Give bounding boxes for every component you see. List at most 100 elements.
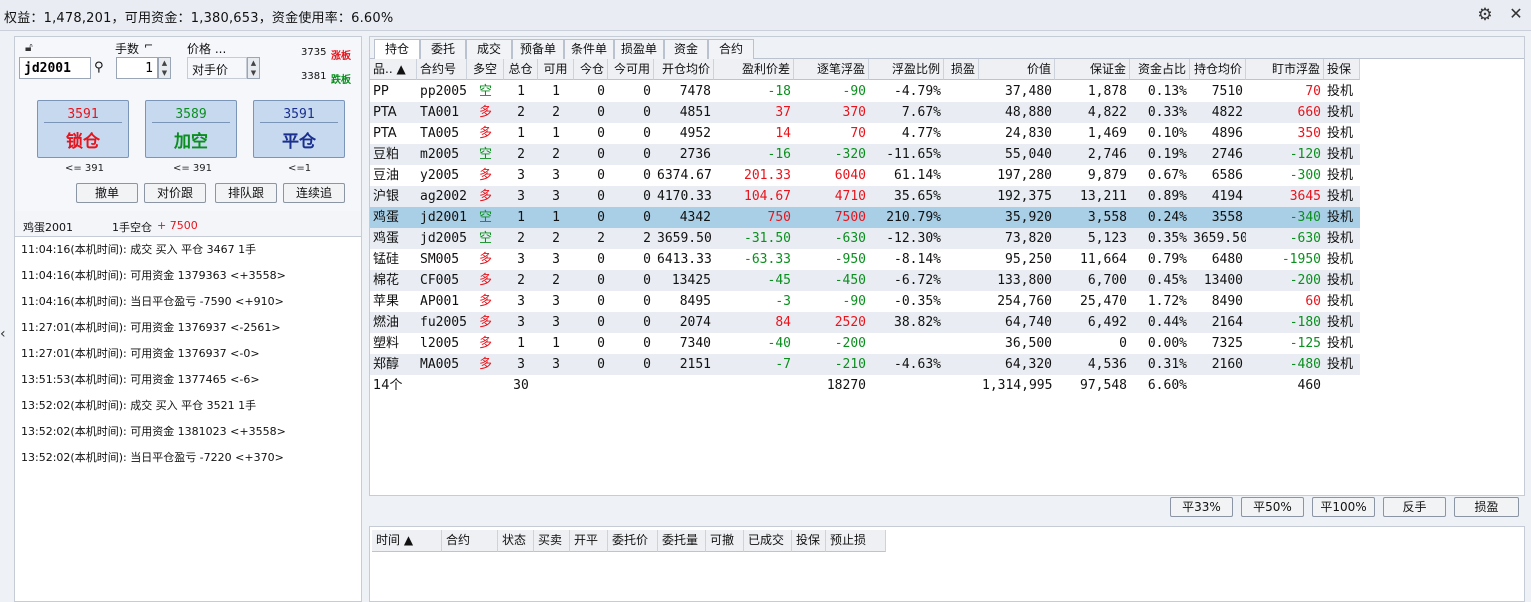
col-header-trade-pnl[interactable]: 逐笔浮盈 — [794, 59, 869, 80]
col-header-value[interactable]: 价值 — [979, 59, 1055, 80]
order-col-time[interactable]: 时间 ▲ — [372, 530, 442, 552]
queue-follow-button[interactable]: 排队跟 — [215, 183, 277, 203]
cell-pnl-ratio: 61.14% — [894, 168, 941, 183]
cell-hold-avg: 2746 — [1211, 147, 1243, 162]
cell-today-available: 0 — [643, 273, 651, 288]
order-col-filled[interactable]: 已成交 — [744, 530, 792, 552]
col-header-mark-pnl[interactable]: 盯市浮盈 — [1246, 59, 1324, 80]
cell-today-available: 0 — [643, 126, 651, 141]
col-header-today-available[interactable]: 今可用 — [608, 59, 654, 80]
col-header-today[interactable]: 今仓 — [574, 59, 608, 80]
counter-price-follow-button[interactable]: 对价跟 — [144, 183, 206, 203]
col-header-direction[interactable]: 多空 — [467, 59, 504, 80]
col-header-total[interactable]: 总仓 — [504, 59, 538, 80]
tab-conditional-orders[interactable]: 条件单 — [564, 39, 614, 59]
cell-today: 0 — [597, 126, 605, 141]
order-col-order-qty[interactable]: 委托量 — [658, 530, 706, 552]
col-header-stop-profit[interactable]: 损盈 — [944, 59, 979, 80]
col-header-fund-ratio[interactable]: 资金占比 — [1130, 59, 1190, 80]
stop-profit-loss-button[interactable]: 损盈 — [1454, 497, 1519, 517]
col-header-hold-avg[interactable]: 持仓均价 — [1190, 59, 1246, 80]
continuous-chase-button[interactable]: 连续追 — [283, 183, 345, 203]
cell-contract: jd2001 — [420, 210, 467, 225]
close-50-button[interactable]: 平50% — [1241, 497, 1304, 517]
tab-prepared-orders[interactable]: 预备单 — [512, 39, 564, 59]
cell-margin: 4,536 — [1087, 357, 1127, 372]
lock-icon[interactable]: 🔓︎ — [25, 40, 33, 55]
cell-product: 郑醇 — [373, 357, 400, 372]
close-33-button[interactable]: 平33% — [1170, 497, 1233, 517]
search-icon[interactable]: ⚲ — [94, 60, 104, 75]
col-header-open-avg[interactable]: 开仓均价 — [654, 59, 714, 80]
reverse-button[interactable]: 反手 — [1383, 497, 1446, 517]
col-header-pnl-ratio[interactable]: 浮盈比例 — [869, 59, 944, 80]
tab-contracts[interactable]: 合约 — [708, 39, 754, 59]
collapse-left-icon[interactable]: ‹ — [0, 326, 6, 342]
cell-pnl-ratio: 38.82% — [894, 315, 941, 330]
account-summary: 权益：1,478,201，可用资金：1,380,653，资金使用率：6.60% — [4, 11, 394, 26]
cell-trade-pnl: -90 — [842, 84, 866, 99]
cell-product: 豆油 — [373, 168, 400, 183]
cell-today: 0 — [597, 147, 605, 162]
cell-available: 1 — [552, 336, 560, 351]
log-item: 13:52:02(本机时间): 可用资金 1381023 <+3558> — [21, 425, 286, 438]
cell-hold-avg: 7325 — [1211, 336, 1243, 351]
lots-dropdown-icon[interactable]: ⌐ — [144, 39, 153, 52]
limit-down-label: 跌板 — [331, 75, 351, 86]
cell-contract: MA005 — [420, 357, 460, 372]
col-header-product[interactable]: 品.. ▲ — [370, 59, 417, 80]
col-header-contract[interactable]: 合约号 — [417, 59, 467, 80]
col-header-profit-spread[interactable]: 盈利价差 — [714, 59, 794, 80]
order-col-open-close[interactable]: 开平 — [570, 530, 608, 552]
cell-today: 0 — [597, 294, 605, 309]
price-stepper[interactable]: ▲ ▼ — [247, 57, 260, 79]
close-icon[interactable]: ✕ — [1507, 5, 1525, 23]
total-trade-pnl: 18270 — [826, 378, 866, 393]
cell-profit-spread: 104.67 — [744, 189, 791, 204]
cell-hold-avg: 6586 — [1211, 168, 1243, 183]
cell-direction: 多 — [478, 273, 492, 288]
order-col-cancelable[interactable]: 可撤 — [706, 530, 744, 552]
lots-input[interactable] — [116, 57, 158, 79]
cancel-order-button[interactable]: 撤单 — [76, 183, 138, 203]
tab-orders[interactable]: 委托 — [420, 39, 466, 59]
tab-trades[interactable]: 成交 — [466, 39, 512, 59]
price-type-field[interactable]: 对手价 — [187, 57, 247, 79]
close-100-button[interactable]: 平100% — [1312, 497, 1375, 517]
order-col-hedge[interactable]: 投保 — [792, 530, 826, 552]
lock-price: 3591 — [44, 107, 122, 123]
col-header-margin[interactable]: 保证金 — [1055, 59, 1130, 80]
lock-position-button[interactable]: 3591 锁仓 — [37, 100, 129, 158]
price-label[interactable]: 价格 ... — [187, 40, 226, 57]
gear-icon[interactable]: ⚙ — [1476, 6, 1494, 24]
tab-positions[interactable]: 持仓 — [374, 39, 420, 60]
symbol-input[interactable] — [19, 57, 91, 79]
cell-today: 0 — [597, 105, 605, 120]
tab-stop-orders[interactable]: 损盈单 — [614, 39, 664, 59]
cell-contract: pp2005 — [420, 84, 467, 99]
cell-fund-ratio: 0.35% — [1147, 231, 1187, 246]
cell-available: 2 — [552, 147, 560, 162]
order-col-order-price[interactable]: 委托价 — [608, 530, 658, 552]
cell-margin: 1,469 — [1087, 126, 1127, 141]
cell-today-available: 0 — [643, 294, 651, 309]
lots-stepper[interactable]: ▲ ▼ — [158, 57, 171, 79]
cell-hold-avg: 13400 — [1203, 273, 1243, 288]
order-col-status[interactable]: 状态 — [498, 530, 534, 552]
close-label: 平仓 — [282, 132, 316, 152]
cell-hedge: 投机 — [1327, 231, 1354, 246]
cell-direction: 多 — [478, 336, 492, 351]
cell-trade-pnl: 370 — [842, 105, 866, 120]
order-col-stop-loss[interactable]: 预止损 — [826, 530, 886, 552]
cell-available: 3 — [552, 252, 560, 267]
close-position-button[interactable]: 3591 平仓 — [253, 100, 345, 158]
col-header-available[interactable]: 可用 — [538, 59, 574, 80]
cell-product: 鸡蛋 — [373, 231, 400, 246]
add-short-button[interactable]: 3589 加空 — [145, 100, 237, 158]
tab-funds[interactable]: 资金 — [664, 39, 708, 59]
col-header-hedge[interactable]: 投保 — [1324, 59, 1360, 80]
order-col-contract[interactable]: 合约 — [442, 530, 498, 552]
positions-panel: 持仓 委托 成交 预备单 条件单 损盈单 资金 合约 品.. ▲ 合约号 多空 总仓可… — [369, 36, 1525, 496]
cell-total: 3 — [517, 189, 525, 204]
order-col-side[interactable]: 买卖 — [534, 530, 570, 552]
